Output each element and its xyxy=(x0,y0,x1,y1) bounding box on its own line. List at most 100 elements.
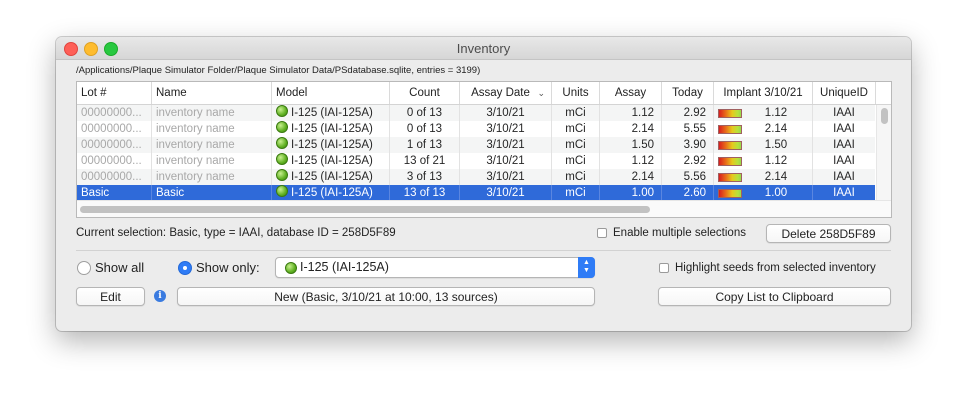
divider xyxy=(76,250,891,251)
column-header-lot[interactable]: Lot # xyxy=(77,82,152,104)
vertical-scrollbar[interactable] xyxy=(876,105,891,200)
stepper-icon[interactable]: ▲ ▼ xyxy=(578,257,595,278)
table-header: Lot # Name Model Count Assay Date ⌄ Units… xyxy=(77,82,891,105)
cell-assay-date: 3/10/21 xyxy=(460,121,552,137)
model-select[interactable]: I-125 (IAI-125A) ▲ ▼ xyxy=(275,257,595,278)
cell-implant-value: 2.14 xyxy=(764,171,788,183)
cell-implant: 2.14 xyxy=(714,121,813,137)
table-row-selected[interactable]: Basic Basic I-125 (IAI-125A) 13 of 13 3/… xyxy=(77,185,875,201)
cell-lot: 00000000... xyxy=(77,169,152,185)
cell-units: mCi xyxy=(552,105,600,121)
highlight-seeds-checkbox[interactable] xyxy=(659,263,669,273)
cell-count: 3 of 13 xyxy=(390,169,460,185)
show-only-radio[interactable] xyxy=(178,261,192,275)
cell-implant-value: 1.00 xyxy=(764,187,788,199)
cell-unique-id: IAAI xyxy=(833,171,855,183)
cell-name: inventory name xyxy=(152,169,272,185)
cell-count: 1 of 13 xyxy=(390,137,460,153)
cell-assay: 1.12 xyxy=(600,105,662,121)
cell-model-label: I-125 (IAI-125A) xyxy=(291,107,373,119)
column-header-name[interactable]: Name xyxy=(152,82,272,104)
seed-model-icon xyxy=(285,262,297,274)
new-inventory-button[interactable]: New (Basic, 3/10/21 at 10:00, 13 sources… xyxy=(177,287,595,306)
cell-assay: 2.14 xyxy=(600,121,662,137)
cell-implant: 1.12 xyxy=(714,153,813,169)
cell-model: I-125 (IAI-125A) xyxy=(272,137,390,153)
cell-lot: 00000000... xyxy=(77,137,152,153)
cell-implant-value: 1.12 xyxy=(764,107,788,119)
cell-today: 3.90 xyxy=(662,137,714,153)
column-header-today[interactable]: Today xyxy=(662,82,714,104)
enable-multiple-selections-label: Enable multiple selections xyxy=(613,227,746,239)
column-header-units[interactable]: Units xyxy=(552,82,600,104)
inventory-window: Inventory /Applications/Plaque Simulator… xyxy=(56,37,911,331)
cell-implant: 2.14 xyxy=(714,169,813,185)
info-icon[interactable]: i xyxy=(154,290,166,302)
seed-model-icon xyxy=(276,121,288,133)
model-select-value: I-125 (IAI-125A) xyxy=(300,260,389,274)
cell-today: 5.55 xyxy=(662,121,714,137)
vertical-scroll-thumb[interactable] xyxy=(881,108,888,124)
column-header-model[interactable]: Model xyxy=(272,82,390,104)
cell-today: 2.92 xyxy=(662,153,714,169)
seed-model-icon xyxy=(276,137,288,149)
delete-button[interactable]: Delete 258D5F89 xyxy=(766,224,891,243)
horizontal-scroll-thumb[interactable] xyxy=(80,206,650,213)
cell-implant: 1.50 xyxy=(714,137,813,153)
cell-units: mCi xyxy=(552,137,600,153)
cell-assay: 1.00 xyxy=(600,185,662,201)
column-header-assay-date[interactable]: Assay Date ⌄ xyxy=(460,82,552,104)
show-only-label: Show only: xyxy=(196,260,260,275)
table-row[interactable]: 00000000... inventory name I-125 (IAI-12… xyxy=(77,153,875,169)
column-header-assay[interactable]: Assay xyxy=(600,82,662,104)
cell-today: 2.92 xyxy=(662,105,714,121)
cell-implant-value: 2.14 xyxy=(764,123,788,135)
cell-lot: 00000000... xyxy=(77,121,152,137)
cell-count: 0 of 13 xyxy=(390,121,460,137)
cell-name: inventory name xyxy=(152,121,272,137)
cell-name: Basic xyxy=(152,185,272,201)
column-header-unique-id[interactable]: UniqueID xyxy=(813,82,876,104)
cell-lot: Basic xyxy=(77,185,152,201)
table-row[interactable]: 00000000... inventory name I-125 (IAI-12… xyxy=(77,137,875,153)
cell-assay-date: 3/10/21 xyxy=(460,185,552,201)
seed-model-icon xyxy=(276,185,288,197)
cell-assay-date: 3/10/21 xyxy=(460,105,552,121)
cell-today: 2.60 xyxy=(662,185,714,201)
cell-model-label: I-125 (IAI-125A) xyxy=(291,187,373,199)
column-header-count[interactable]: Count xyxy=(390,82,460,104)
cell-model: I-125 (IAI-125A) xyxy=(272,105,390,121)
cell-units: mCi xyxy=(552,153,600,169)
show-all-radio[interactable] xyxy=(77,261,91,275)
window-title: Inventory xyxy=(456,41,511,56)
cell-assay: 2.14 xyxy=(600,169,662,185)
cell-unique-id: IAAI xyxy=(833,155,855,167)
copy-list-button[interactable]: Copy List to Clipboard xyxy=(658,287,891,306)
show-all-label: Show all xyxy=(95,260,145,275)
sort-chevron-icon: ⌄ xyxy=(537,88,545,98)
cell-model-label: I-125 (IAI-125A) xyxy=(291,155,373,167)
horizontal-scrollbar[interactable] xyxy=(77,200,891,217)
table-row[interactable]: 00000000... inventory name I-125 (IAI-12… xyxy=(77,105,875,121)
table-row[interactable]: 00000000... inventory name I-125 (IAI-12… xyxy=(77,169,875,185)
table-row[interactable]: 00000000... inventory name I-125 (IAI-12… xyxy=(77,121,875,137)
cell-units: mCi xyxy=(552,185,600,201)
cell-lot: 00000000... xyxy=(77,153,152,169)
implant-gradient-icon xyxy=(718,141,742,150)
cell-count: 13 of 13 xyxy=(390,185,460,201)
cell-unique-id: IAAI xyxy=(833,187,855,199)
cell-model: I-125 (IAI-125A) xyxy=(272,185,390,201)
implant-gradient-icon xyxy=(718,125,742,134)
cell-unique-id: IAAI xyxy=(833,123,855,135)
cell-unique-id: IAAI xyxy=(833,139,855,151)
cell-implant-value: 1.50 xyxy=(764,139,788,151)
edit-button[interactable]: Edit xyxy=(76,287,145,306)
seed-model-icon xyxy=(276,105,288,117)
cell-implant-value: 1.12 xyxy=(764,155,788,167)
seed-model-icon xyxy=(276,153,288,165)
cell-name: inventory name xyxy=(152,105,272,121)
enable-multiple-selections-checkbox[interactable] xyxy=(597,228,607,238)
column-header-implant[interactable]: Implant 3/10/21 xyxy=(714,82,813,104)
cell-model-label: I-125 (IAI-125A) xyxy=(291,171,373,183)
cell-implant: 1.00 xyxy=(714,185,813,201)
